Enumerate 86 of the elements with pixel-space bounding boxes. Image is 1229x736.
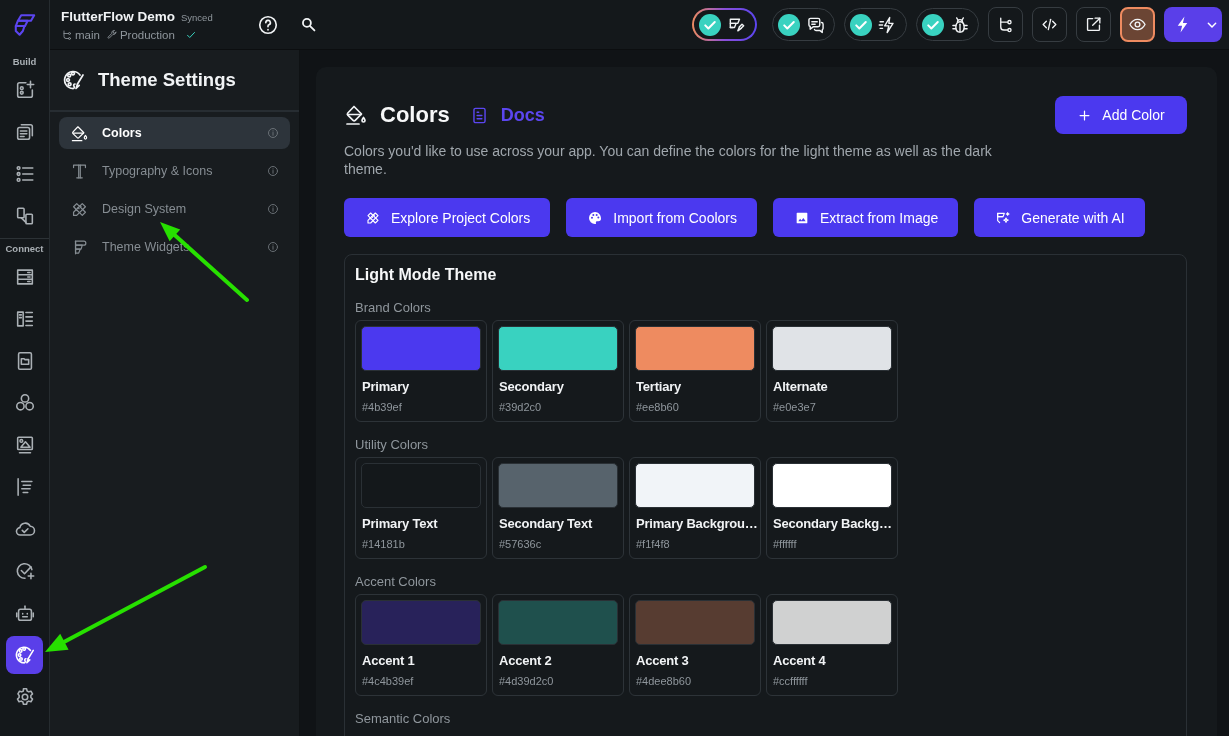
color-name: Primary Text bbox=[361, 516, 439, 532]
status-check-button[interactable] bbox=[692, 8, 757, 41]
import-colors-button[interactable]: Import from Coolors bbox=[566, 198, 757, 237]
color-name: Tertiary bbox=[635, 379, 683, 395]
section-label: Accent Colors bbox=[355, 574, 437, 590]
color-name: Accent 2 bbox=[498, 653, 553, 669]
nav-button[interactable] bbox=[6, 636, 43, 674]
sync-status: Synced bbox=[181, 11, 213, 23]
section-label: Utility Colors bbox=[355, 437, 429, 453]
sidebar-title: Theme Settings bbox=[98, 69, 236, 91]
color-hex: #39d2c0 bbox=[498, 400, 543, 414]
status-check-button[interactable] bbox=[844, 8, 907, 41]
color-hex: #4c4b39ef bbox=[361, 674, 415, 688]
rail-section-label: Build bbox=[12, 56, 37, 68]
color-hex: #4b39ef bbox=[361, 400, 403, 414]
branches-button[interactable] bbox=[988, 7, 1023, 42]
ruler-pencil-icon bbox=[365, 209, 381, 226]
color-hex: #4dee8b60 bbox=[635, 674, 693, 688]
color-hex: #57636c bbox=[498, 537, 543, 551]
project-name: FlutterFlow Demo bbox=[61, 8, 175, 24]
color-name: Secondary Backg… bbox=[772, 516, 892, 532]
extract-image-button[interactable]: Extract from Image bbox=[773, 198, 959, 237]
color-card[interactable]: Accent 3 #4dee8b60 bbox=[629, 594, 761, 696]
page-title: Colors bbox=[380, 102, 450, 128]
add-color-button[interactable]: Add Color bbox=[1055, 96, 1187, 134]
external-link-icon bbox=[1084, 15, 1103, 34]
paint-bucket-icon bbox=[344, 103, 368, 127]
open-external-button[interactable] bbox=[1076, 7, 1111, 42]
color-name: Accent 1 bbox=[361, 653, 416, 669]
status-check-button[interactable] bbox=[772, 8, 835, 41]
info-icon[interactable] bbox=[267, 241, 279, 253]
circles-icon bbox=[13, 392, 36, 414]
color-card[interactable]: Tertiary #ee8b60 bbox=[629, 320, 761, 422]
preview-button[interactable] bbox=[1120, 7, 1155, 42]
color-card[interactable]: Secondary Backg… #ffffff bbox=[766, 457, 898, 559]
bug-icon bbox=[950, 14, 970, 35]
color-hex: #f1f4f8 bbox=[635, 537, 671, 551]
panel-title: Light Mode Theme bbox=[355, 265, 498, 285]
color-card[interactable]: Accent 1 #4c4b39ef bbox=[355, 594, 487, 696]
palette-icon bbox=[587, 209, 604, 226]
color-name: Alternate bbox=[772, 379, 829, 395]
color-card[interactable]: Secondary #39d2c0 bbox=[492, 320, 624, 422]
color-card[interactable]: Accent 4 #ccffffff bbox=[766, 594, 898, 696]
color-name: Primary Backgrou… bbox=[635, 516, 755, 532]
color-name: Accent 4 bbox=[772, 653, 827, 669]
color-hex: #ee8b60 bbox=[635, 400, 680, 414]
rail-section-label: Connect bbox=[5, 243, 44, 255]
color-card[interactable]: Secondary Text #57636c bbox=[492, 457, 624, 559]
color-card[interactable]: Alternate #e0e3e7 bbox=[766, 320, 898, 422]
color-name: Accent 3 bbox=[635, 653, 690, 669]
search-icon[interactable] bbox=[299, 15, 318, 34]
color-card[interactable]: Accent 2 #4d39d2c0 bbox=[492, 594, 624, 696]
color-name: Primary bbox=[361, 379, 411, 395]
wrench-icon bbox=[105, 28, 118, 41]
color-card[interactable]: Primary Text #14181b bbox=[355, 457, 487, 559]
plus-icon bbox=[1077, 107, 1093, 123]
color-hex: #ccffffff bbox=[772, 674, 809, 688]
section-label: Brand Colors bbox=[355, 300, 432, 316]
info-icon[interactable] bbox=[267, 203, 279, 215]
color-hex: #ffffff bbox=[772, 537, 798, 551]
branch-icon bbox=[61, 28, 73, 41]
sidebar-item[interactable]: Typography & Icons bbox=[59, 155, 290, 187]
environment-name[interactable]: Production bbox=[119, 28, 175, 41]
code-button[interactable] bbox=[1032, 7, 1067, 42]
run-split-button[interactable] bbox=[1164, 7, 1222, 42]
color-hex: #4d39d2c0 bbox=[498, 674, 555, 688]
sparkle-icon bbox=[995, 209, 1012, 226]
sidebar-item[interactable]: Colors bbox=[59, 117, 290, 149]
page-description: Colors you'd like to use across your app. You can define the colors for the light theme as well as the dark theme. bbox=[344, 142, 993, 178]
branch-name[interactable]: main bbox=[75, 28, 100, 41]
color-hex: #14181b bbox=[361, 537, 406, 551]
generate-ai-button[interactable]: Generate with AI bbox=[974, 198, 1145, 237]
sidebar-item[interactable]: Design System bbox=[59, 193, 290, 225]
explore-colors-button[interactable]: Explore Project Colors bbox=[344, 198, 551, 237]
color-card[interactable]: Primary Backgrou… #f1f4f8 bbox=[629, 457, 761, 559]
color-name: Secondary Text bbox=[498, 516, 594, 532]
status-check-button[interactable] bbox=[916, 8, 979, 41]
color-hex: #e0e3e7 bbox=[772, 400, 817, 414]
palette-icon bbox=[62, 68, 86, 92]
info-icon[interactable] bbox=[267, 165, 279, 177]
color-card[interactable]: Primary #4b39ef bbox=[355, 320, 487, 422]
section-label: Semantic Colors bbox=[355, 711, 452, 727]
palette-icon bbox=[13, 644, 36, 666]
color-name: Secondary bbox=[498, 379, 565, 395]
help-icon[interactable] bbox=[257, 13, 279, 36]
paint-bucket-icon bbox=[70, 123, 89, 143]
